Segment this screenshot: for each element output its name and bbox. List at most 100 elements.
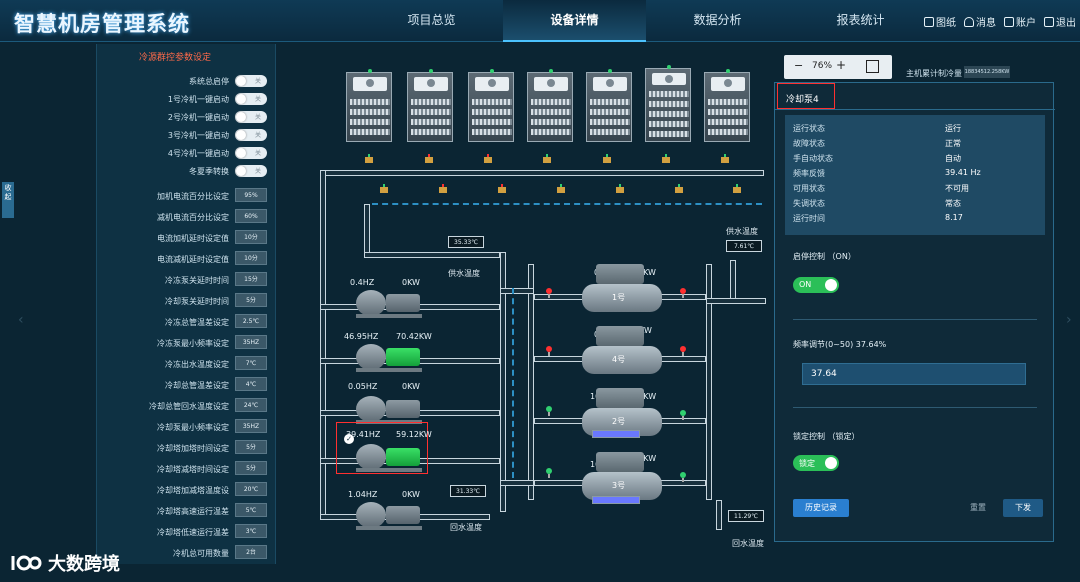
status-row: 运行状态 运行 (793, 124, 961, 133)
status-light (680, 346, 686, 356)
chilled-supply-pipe (706, 298, 766, 304)
chiller-unit[interactable]: 4号 (582, 326, 662, 374)
valve-icon[interactable] (379, 184, 389, 194)
toggle-row: 系统总启停关 (97, 74, 277, 88)
blueprint-button[interactable]: 图纸 (924, 14, 956, 29)
param-value-input[interactable]: 10分 (235, 251, 267, 265)
frequency-input[interactable]: 37.64 (802, 363, 1026, 385)
cooling-pump[interactable] (356, 500, 422, 530)
valve-icon[interactable] (720, 154, 730, 164)
param-value-input[interactable]: 5分 (235, 293, 267, 307)
divider (793, 407, 1037, 408)
tab-device-detail[interactable]: 设备详情 (503, 0, 646, 42)
chiller-pipe (500, 480, 534, 486)
message-button[interactable]: 消息 (964, 14, 996, 29)
param-row: 冷却塔减塔时间设定 5分 (97, 461, 277, 477)
system-start-stop-switch[interactable]: 关 (235, 75, 267, 87)
supply-temp-label-right: 供水温度 (726, 227, 758, 236)
fit-screen-icon[interactable] (866, 60, 879, 73)
valve-icon[interactable] (556, 184, 566, 194)
valve-icon[interactable] (438, 184, 448, 194)
cooling-tower[interactable] (645, 65, 691, 142)
chiller-load-bar (592, 496, 640, 504)
valve-icon[interactable] (424, 154, 434, 164)
valve-icon[interactable] (483, 154, 493, 164)
cooling-pump[interactable] (356, 394, 422, 424)
pipe-return-vertical (364, 204, 370, 254)
param-value-input[interactable]: 2台 (235, 545, 267, 559)
param-value-input[interactable]: 20℃ (235, 482, 267, 496)
chevron-left-icon[interactable]: ‹ (18, 312, 24, 328)
chiller-load-fill (593, 497, 639, 503)
history-button[interactable]: 历史记录 (793, 499, 849, 517)
toggle-row: 冬夏季转换关 (97, 164, 277, 178)
param-value-input[interactable]: 2.5℃ (235, 314, 267, 328)
cooling-return-flow (372, 203, 762, 205)
param-value-input[interactable]: 5分 (235, 440, 267, 454)
param-value-input[interactable]: 10分 (235, 230, 267, 244)
start-stop-toggle[interactable]: ON (793, 277, 839, 293)
param-value-input[interactable]: 3℃ (235, 524, 267, 538)
tab-data-analysis[interactable]: 数据分析 (646, 0, 789, 42)
cooling-tower[interactable] (704, 69, 750, 142)
chiller-4-start-switch[interactable]: 关 (235, 147, 267, 159)
pump-power: 59.12KW (396, 430, 432, 439)
chiller-pipe (500, 288, 534, 294)
exit-button[interactable]: 退出 (1044, 14, 1076, 29)
param-value-input[interactable]: 24℃ (235, 398, 267, 412)
param-value-input[interactable]: 15分 (235, 272, 267, 286)
pump-power: 0KW (402, 278, 420, 287)
param-value-input[interactable]: 7℃ (235, 356, 267, 370)
submit-button[interactable]: 下发 (1003, 499, 1043, 517)
cooling-pump-4[interactable] (356, 442, 422, 472)
app-title: 智慧机房管理系统 (14, 12, 190, 36)
param-value-input[interactable]: 5分 (235, 461, 267, 475)
status-table: 运行状态 运行 故障状态 正常 手自动状态 自动 频率反馈 39.41 Hz 可用状态不… (785, 115, 1045, 235)
chiller-1-start-switch[interactable]: 关 (235, 93, 267, 105)
cooling-tower[interactable] (468, 69, 514, 142)
param-value-input[interactable]: 35HZ (235, 335, 267, 349)
lock-toggle[interactable]: 锁定 (793, 455, 839, 471)
valve-icon[interactable] (602, 154, 612, 164)
param-value-input[interactable]: 60% (235, 209, 267, 223)
header-actions: 图纸 消息 账户 退出 (924, 14, 1076, 29)
watermark: 大数跨境 (10, 550, 120, 576)
valve-icon[interactable] (661, 154, 671, 164)
zoom-out-button[interactable]: − (794, 59, 803, 72)
cooling-tower[interactable] (586, 69, 632, 142)
param-value-input[interactable]: 35HZ (235, 419, 267, 433)
collapse-side-tab[interactable]: 收起 (2, 182, 14, 218)
account-button[interactable]: 账户 (1004, 14, 1036, 29)
cooling-tower[interactable] (346, 69, 392, 142)
main-nav: 项目总览 设备详情 数据分析 报表统计 (360, 0, 932, 42)
param-row: 电流减机延时设定值 10分 (97, 251, 277, 267)
cooling-pump[interactable] (356, 342, 422, 372)
valve-icon[interactable] (732, 184, 742, 194)
zoom-control: − 76% + (784, 55, 892, 79)
param-row: 冷机总可用数量 2台 (97, 545, 277, 561)
cooling-tower[interactable] (527, 69, 573, 142)
cooling-pump[interactable] (356, 288, 422, 318)
reset-button[interactable]: 重置 (963, 499, 993, 517)
tab-report-stats[interactable]: 报表统计 (789, 0, 932, 42)
valve-icon[interactable] (542, 154, 552, 164)
param-value-input[interactable]: 4℃ (235, 377, 267, 391)
season-switch[interactable]: 关 (235, 165, 267, 177)
chilled-return-pipe (716, 500, 722, 530)
valve-icon[interactable] (615, 184, 625, 194)
chiller-3-start-switch[interactable]: 关 (235, 129, 267, 141)
valve-icon[interactable] (497, 184, 507, 194)
chiller-unit[interactable]: 1号 (582, 264, 662, 312)
cooling-tower[interactable] (407, 69, 453, 142)
valve-icon[interactable] (674, 184, 684, 194)
param-value-input[interactable]: 95% (235, 188, 267, 202)
tab-project-overview[interactable]: 项目总览 (360, 0, 503, 42)
param-row: 冷却泵关延时时间 5分 (97, 293, 277, 309)
param-value-input[interactable]: 5℃ (235, 503, 267, 517)
chiller-2-start-switch[interactable]: 关 (235, 111, 267, 123)
valve-icon[interactable] (364, 154, 374, 164)
control-params-panel: 冷源群控参数设定 系统总启停关 1号冷机一键启动关 2号冷机一键启动关 3号冷机… (96, 44, 276, 564)
pump-power: 0KW (402, 490, 420, 499)
zoom-in-button[interactable]: + (836, 58, 846, 72)
param-row: 冷却总管回水温度设定 24℃ (97, 398, 277, 414)
